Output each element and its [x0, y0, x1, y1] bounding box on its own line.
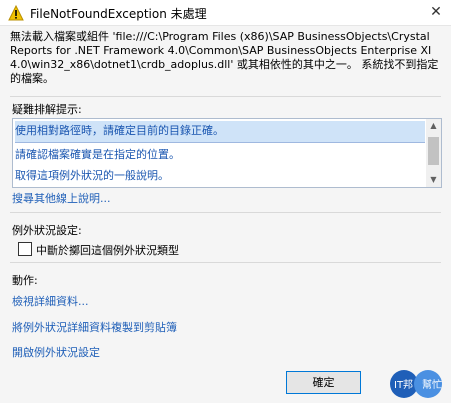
close-button[interactable]: ✕: [427, 3, 445, 21]
ok-button[interactable]: 確定: [286, 371, 361, 394]
actions-label: 動作:: [12, 274, 38, 287]
scroll-up-arrow-icon[interactable]: ▲: [426, 119, 441, 133]
divider: [10, 212, 441, 213]
svg-text:IT邦: IT邦: [394, 378, 413, 391]
svg-text:幫忙: 幫忙: [422, 378, 442, 391]
warning-icon: [8, 5, 24, 21]
scroll-thumb[interactable]: [428, 137, 439, 165]
search-online-help-link[interactable]: 搜尋其他線上說明...: [12, 190, 111, 206]
divider: [10, 96, 441, 97]
tips-list: 使用相對路徑時，請確定目前的目錄正確。 請確認檔案確實是在指定的位置。 取得這項…: [15, 121, 425, 187]
copy-details-link[interactable]: 將例外狀況詳細資料複製到剪貼簿: [12, 319, 177, 335]
ithome-logo: IT邦 幫忙: [390, 370, 442, 398]
open-exception-settings-link[interactable]: 開啟例外狀況設定: [12, 344, 100, 360]
tip-separator: [15, 142, 425, 143]
troubleshooting-tips-list[interactable]: 使用相對路徑時，請確定目前的目錄正確。 請確認檔案確實是在指定的位置。 取得這項…: [12, 118, 442, 188]
title-bar: FileNotFoundException 未處理 ✕: [0, 0, 451, 26]
divider: [10, 262, 441, 263]
break-on-exception-checkbox[interactable]: [18, 242, 32, 256]
break-on-exception-label[interactable]: 中斷於擲回這個例外狀況類型: [36, 242, 179, 258]
view-details-link[interactable]: 檢視詳細資料...: [12, 293, 89, 309]
dialog-title: FileNotFoundException 未處理: [30, 7, 207, 21]
exception-settings-label: 例外狀況設定:: [12, 224, 82, 237]
troubleshooting-label: 疑難排解提示:: [12, 103, 82, 116]
tip-item[interactable]: 使用相對路徑時，請確定目前的目錄正確。: [15, 121, 425, 142]
vertical-scrollbar[interactable]: ▲ ▼: [426, 119, 441, 187]
error-message: 無法載入檔案或組件 'file:///C:\Program Files (x86…: [10, 30, 439, 85]
exception-dialog: FileNotFoundException 未處理 ✕ 無法載入檔案或組件 'f…: [0, 0, 451, 403]
scroll-down-arrow-icon[interactable]: ▼: [426, 173, 441, 187]
tip-item[interactable]: 取得這項例外狀況的一般說明。: [15, 166, 425, 187]
tip-item[interactable]: 請確認檔案確實是在指定的位置。: [15, 145, 425, 166]
